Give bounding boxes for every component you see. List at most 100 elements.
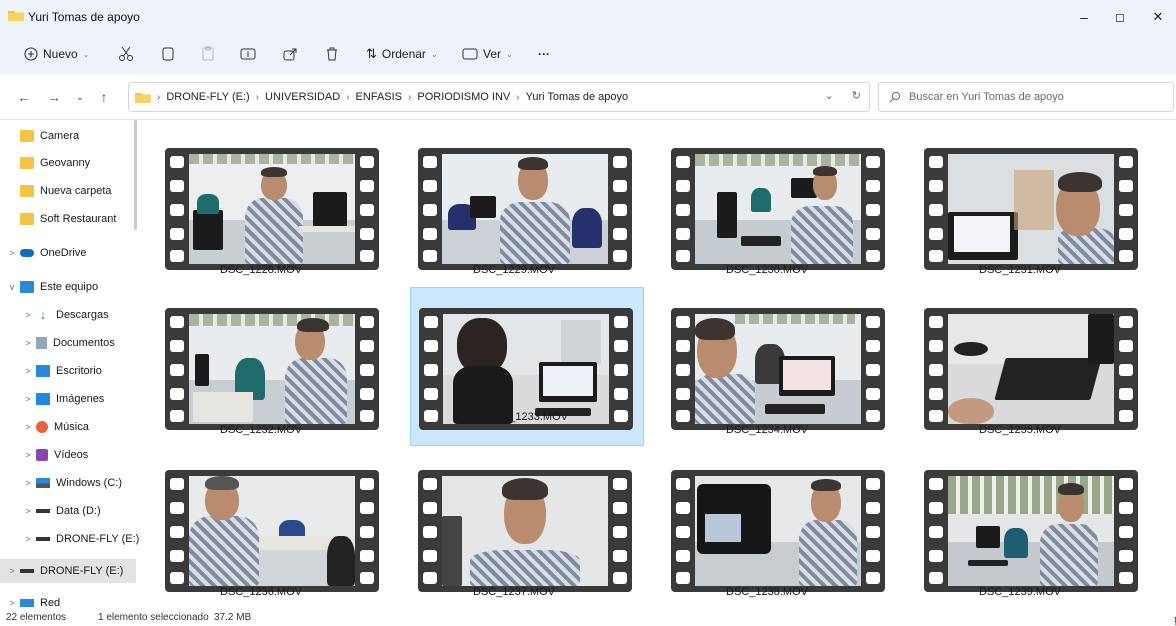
expand-chevron-icon[interactable]: > [20, 422, 36, 432]
sidebar-item-imagenes[interactable]: > Imágenes [0, 387, 140, 411]
rename-icon[interactable] [236, 42, 260, 66]
share-icon[interactable] [278, 42, 302, 66]
breadcrumb-universidad[interactable]: UNIVERSIDAD [265, 91, 340, 103]
sidebar-item-drone-fly-e[interactable]: > DRONE-FLY (E:) [0, 527, 140, 551]
breadcrumb-separator-icon: › [408, 91, 412, 103]
film-sprocket [613, 228, 627, 240]
sidebar-item-red[interactable]: > Red [0, 595, 140, 611]
breadcrumb-separator-icon: › [346, 91, 350, 103]
expand-chevron-icon[interactable]: > [4, 598, 20, 608]
film-sprocket [1119, 204, 1133, 216]
film-sprocket [170, 364, 184, 376]
breadcrumb-periodismo[interactable]: PORIODISMO INV [417, 91, 510, 103]
file-tile-dsc-1232[interactable]: DSC_1232.MOV [145, 300, 379, 458]
view-button[interactable]: Ver ⌄ [462, 42, 513, 66]
sidebar-item-label: OneDrive [40, 247, 87, 259]
film-sprocket [423, 250, 437, 262]
file-tile-dsc-1234[interactable]: DSC_1234.MOV [651, 300, 885, 458]
expand-chevron-icon[interactable]: > [20, 506, 36, 516]
address-bar[interactable]: › DRONE-FLY (E:) › UNIVERSIDAD › ENFASIS… [128, 82, 870, 112]
sort-button[interactable]: ⇅ Ordenar ⌄ [366, 42, 438, 66]
sidebar-item-este-equipo[interactable]: v Este equipo [0, 275, 140, 299]
sidebar-item-videos[interactable]: > Vídeos [0, 443, 140, 467]
file-tile-dsc-1230[interactable]: DSC_1230.MOV [651, 140, 885, 298]
folder-icon [135, 93, 151, 103]
maximize-button[interactable]: ◻ [1102, 6, 1138, 28]
recent-locations-chevron-icon[interactable]: ⌄ [70, 87, 90, 107]
sidebar-item-camera[interactable]: Camera [0, 124, 140, 148]
sidebar-item-soft-restaurant[interactable]: Soft Restaurant [0, 207, 140, 231]
expand-chevron-icon[interactable]: > [20, 450, 36, 460]
film-sprocket [423, 526, 437, 538]
up-arrow-icon[interactable]: ↑ [94, 87, 114, 107]
video-thumbnail [671, 308, 885, 430]
expand-chevron-icon[interactable]: > [20, 310, 36, 320]
film-sprocket [929, 156, 943, 168]
file-tile-dsc-1233[interactable]: DSC_1233.MOV [410, 287, 644, 446]
file-tile-dsc-1235[interactable]: DSC_1235.MOV [904, 300, 1138, 458]
address-history-chevron-icon[interactable]: ⌄ [825, 89, 834, 102]
navigation-pane-scrollbar[interactable] [134, 120, 137, 230]
expand-chevron-icon[interactable]: > [20, 534, 36, 544]
sidebar-item-musica[interactable]: > Música [0, 415, 140, 439]
windows-drive-icon [36, 478, 50, 488]
paste-icon[interactable] [196, 42, 220, 66]
breadcrumb-enfasis[interactable]: ENFASIS [356, 91, 402, 103]
cut-icon[interactable] [114, 42, 138, 66]
sidebar-item-data-d[interactable]: > Data (D:) [0, 499, 140, 523]
file-tile-dsc-1228[interactable]: DSC_1228.MOV [145, 140, 379, 298]
sidebar-item-label: Nueva carpeta [40, 185, 112, 197]
film-sprocket [929, 340, 943, 352]
video-thumbnail [671, 470, 885, 592]
copy-icon[interactable] [156, 42, 180, 66]
sidebar-item-escritorio[interactable]: > Escritorio [0, 359, 140, 383]
sort-arrows-icon: ⇅ [366, 46, 377, 61]
back-arrow-icon[interactable]: ← [14, 87, 34, 107]
folder-icon [8, 11, 24, 21]
film-sprocket [613, 550, 627, 562]
music-icon [36, 421, 48, 433]
film-sprocket [360, 340, 374, 352]
sidebar-item-drone-fly-e-root[interactable]: > DRONE-FLY (E:) [0, 559, 136, 583]
expand-chevron-icon[interactable]: > [20, 394, 36, 404]
file-tile-dsc-1239[interactable]: DSC_1239.MOV [904, 462, 1138, 620]
search-input[interactable]: Buscar en Yuri Tomas de apoyo [878, 82, 1174, 112]
refresh-icon[interactable]: ↻ [852, 89, 861, 102]
expand-chevron-icon[interactable]: > [4, 248, 20, 258]
film-sprocket [1119, 478, 1133, 490]
file-tile-dsc-1237[interactable]: DSC_1237.MOV [398, 462, 632, 620]
sidebar-item-geovanny[interactable]: Geovanny [0, 151, 140, 175]
breadcrumb-drive[interactable]: DRONE-FLY (E:) [166, 91, 249, 103]
sidebar-item-nueva-carpeta[interactable]: Nueva carpeta [0, 179, 140, 203]
sidebar-item-label: DRONE-FLY (E:) [56, 533, 140, 545]
more-options-button[interactable]: ··· [538, 42, 550, 66]
expand-chevron-icon[interactable]: > [20, 478, 36, 488]
file-name: DSC_1239.MOV [979, 586, 1061, 598]
minimize-button[interactable]: – [1066, 6, 1102, 28]
film-sprocket [170, 156, 184, 168]
delete-icon[interactable] [320, 42, 344, 66]
sidebar-item-windows-c[interactable]: > Windows (C:) [0, 471, 140, 495]
new-button[interactable]: Nuevo ⌄ [24, 42, 89, 66]
forward-arrow-icon[interactable]: → [44, 87, 64, 107]
expand-chevron-icon[interactable]: > [20, 338, 36, 348]
expand-chevron-icon[interactable]: > [20, 366, 36, 376]
file-tile-dsc-1229[interactable]: DSC_1229.MOV [398, 140, 632, 298]
expand-chevron-icon[interactable]: > [4, 566, 20, 576]
view-icon [462, 48, 478, 60]
file-tile-dsc-1236[interactable]: DSC_1236.MOV [145, 462, 379, 620]
status-bar: 22 elementos 1 elemento seleccionado 37.… [0, 610, 1176, 626]
breadcrumb-current-folder[interactable]: Yuri Tomas de apoyo [526, 91, 629, 103]
file-tile-dsc-1231[interactable]: DSC_1231.MOV [904, 140, 1138, 298]
title-bar: Yuri Tomas de apoyo – ◻ ✕ [0, 0, 1176, 34]
sidebar-item-descargas[interactable]: > ↓ Descargas [0, 303, 140, 327]
sidebar-item-onedrive[interactable]: > OneDrive [0, 241, 140, 265]
file-tile-dsc-1238[interactable]: DSC_1238.MOV [651, 462, 885, 620]
close-button[interactable]: ✕ [1140, 6, 1176, 28]
expand-chevron-icon[interactable]: v [4, 282, 20, 292]
film-sprocket [866, 340, 880, 352]
chevron-down-icon: ⌄ [506, 49, 513, 59]
video-thumbnail [924, 470, 1138, 592]
video-thumbnail [418, 148, 632, 270]
sidebar-item-documentos[interactable]: > Documentos [0, 331, 140, 355]
